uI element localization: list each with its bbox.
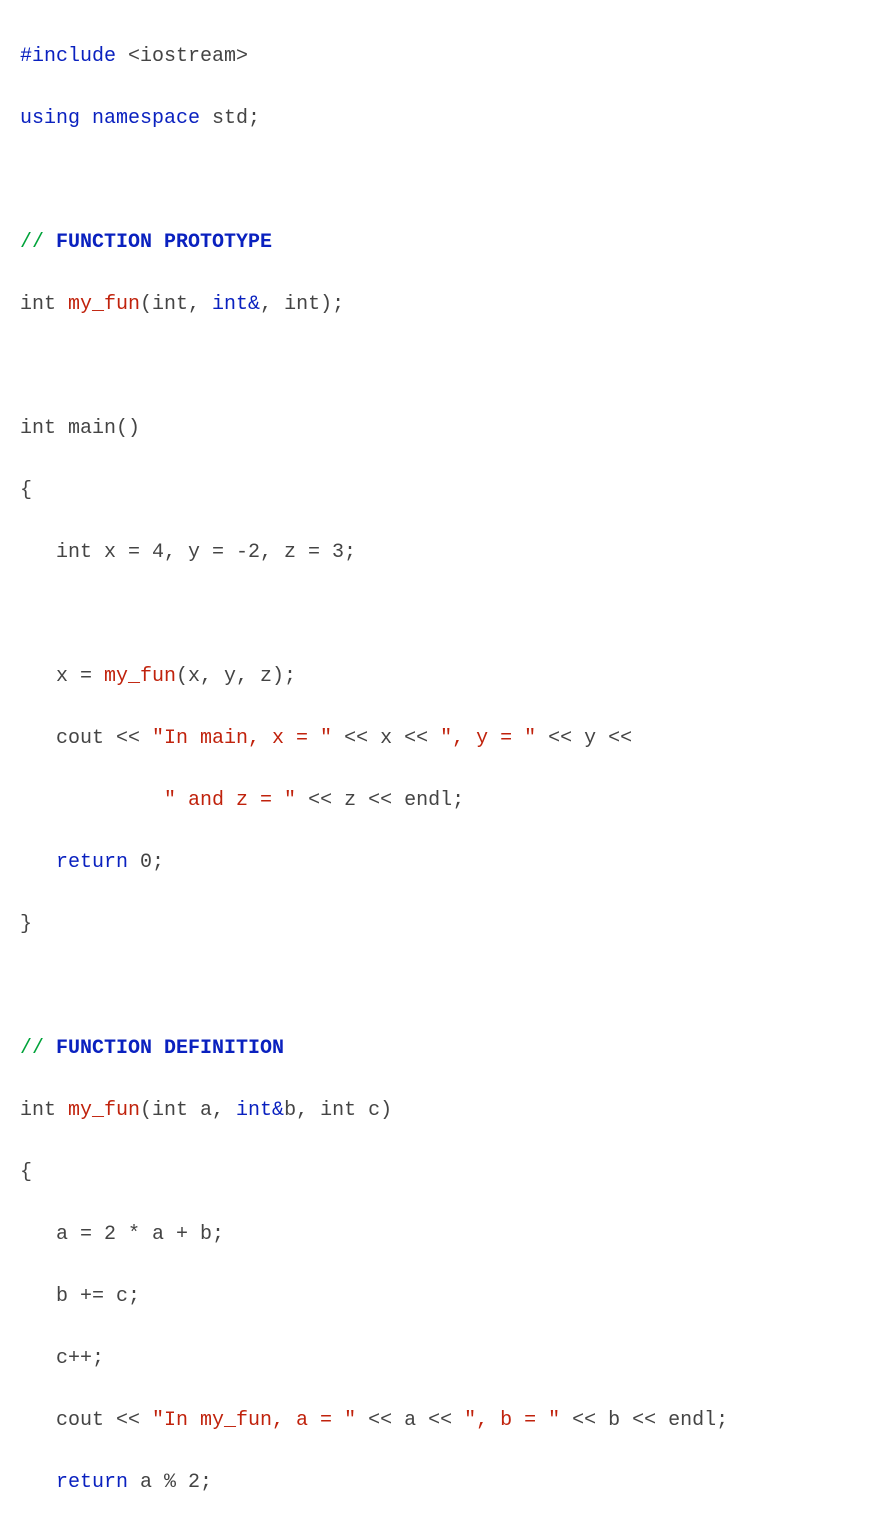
- string-literal: " and z = ": [164, 789, 296, 812]
- comment-line: // FUNCTION DEFINITION: [20, 1033, 871, 1064]
- string-literal: "In my_fun, a = ": [152, 1409, 356, 1432]
- code-line: using namespace std;: [20, 103, 871, 134]
- code-line: int x = 4, y = -2, z = 3;: [20, 537, 871, 568]
- stream-op: << z << endl;: [296, 789, 464, 812]
- comment-slashes: //: [20, 1037, 56, 1060]
- blank-line: [20, 165, 871, 196]
- comment-text: FUNCTION PROTOTYPE: [56, 231, 272, 254]
- brace-close: }: [20, 909, 871, 940]
- code-line: int main(): [20, 413, 871, 444]
- code-line: c++;: [20, 1343, 871, 1374]
- code-block: #include <iostream> using namespace std;…: [0, 0, 891, 1526]
- header-name: <iostream>: [128, 45, 248, 68]
- code-line: int my_fun(int, int&, int);: [20, 289, 871, 320]
- params: , int);: [260, 293, 344, 316]
- args: (x, y, z);: [176, 665, 296, 688]
- preprocessor: #include: [20, 45, 128, 68]
- keyword-using: using: [20, 107, 92, 130]
- code-line: return 0;: [20, 847, 871, 878]
- function-name: my_fun: [68, 1099, 140, 1122]
- stream-op: << a <<: [356, 1409, 464, 1432]
- indent: [20, 1471, 56, 1494]
- string-literal: ", y = ": [440, 727, 536, 750]
- code-line: x = my_fun(x, y, z);: [20, 661, 871, 692]
- code-line: cout << "In main, x = " << x << ", y = "…: [20, 723, 871, 754]
- code-line: cout << "In my_fun, a = " << a << ", b =…: [20, 1405, 871, 1436]
- return-value: 0;: [140, 851, 164, 874]
- keyword-namespace: namespace: [92, 107, 212, 130]
- brace-open: {: [20, 475, 871, 506]
- brace-open: {: [20, 1157, 871, 1188]
- blank-line: [20, 351, 871, 382]
- stream-op: << y <<: [536, 727, 632, 750]
- indent: [20, 789, 164, 812]
- keyword-return: return: [56, 1471, 140, 1494]
- ref-type: int&: [236, 1099, 284, 1122]
- cout: cout <<: [20, 727, 152, 750]
- code-line: #include <iostream>: [20, 41, 871, 72]
- keyword-return: return: [56, 851, 140, 874]
- indent: [20, 851, 56, 874]
- blank-line: [20, 971, 871, 1002]
- function-name: my_fun: [68, 293, 140, 316]
- assign: x =: [20, 665, 104, 688]
- code-line: a = 2 * a + b;: [20, 1219, 871, 1250]
- code-line: int my_fun(int a, int&b, int c): [20, 1095, 871, 1126]
- return-type: int: [20, 1099, 68, 1122]
- comment-slashes: //: [20, 231, 56, 254]
- comment-text: FUNCTION DEFINITION: [56, 1037, 284, 1060]
- code-line: " and z = " << z << endl;: [20, 785, 871, 816]
- comment-line: // FUNCTION PROTOTYPE: [20, 227, 871, 258]
- params: (int a,: [140, 1099, 236, 1122]
- namespace-name: std;: [212, 107, 260, 130]
- function-call: my_fun: [104, 665, 176, 688]
- cout: cout <<: [20, 1409, 152, 1432]
- return-value: a % 2;: [140, 1471, 212, 1494]
- stream-op: << x <<: [332, 727, 440, 750]
- params: (int,: [140, 293, 212, 316]
- blank-line: [20, 599, 871, 630]
- code-line: return a % 2;: [20, 1467, 871, 1498]
- return-type: int: [20, 293, 68, 316]
- stream-op: << b << endl;: [560, 1409, 728, 1432]
- params: b, int c): [284, 1099, 392, 1122]
- string-literal: ", b = ": [464, 1409, 560, 1432]
- code-line: b += c;: [20, 1281, 871, 1312]
- string-literal: "In main, x = ": [152, 727, 332, 750]
- ref-type: int&: [212, 293, 260, 316]
